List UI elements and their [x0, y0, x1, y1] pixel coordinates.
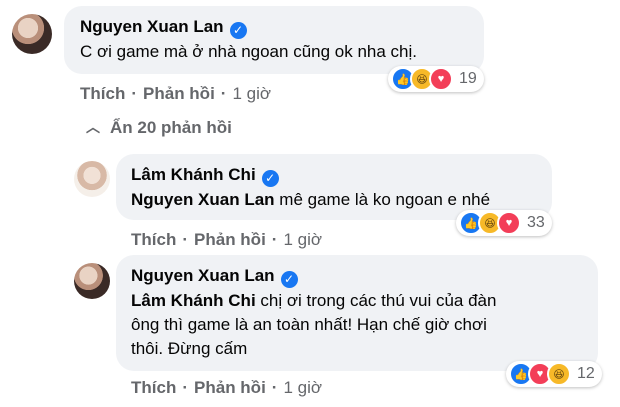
reactions-summary[interactable]: 👍 ♥ 😆 12: [506, 361, 602, 387]
mention-link[interactable]: Nguyen Xuan Lan: [131, 190, 275, 209]
love-reaction-icon: ♥: [429, 67, 453, 91]
reaction-count: 33: [527, 214, 545, 231]
timestamp[interactable]: 1 giờ: [232, 84, 271, 103]
comment-actions: Thích · Phản hồi · 1 giờ: [131, 378, 323, 397]
comment-text: Nguyen Xuan Lan mê game là ko ngoan e nh…: [131, 190, 491, 209]
comment-actions: Thích · Phản hồi · 1 giờ: [80, 84, 272, 103]
reaction-count: 12: [577, 365, 595, 382]
comment-author[interactable]: Nguyen Xuan Lan ✓: [80, 17, 247, 39]
verified-badge-icon: ✓: [261, 170, 279, 187]
reactions-summary[interactable]: 👍 😆 ♥ 19: [388, 66, 484, 92]
hide-replies-toggle[interactable]: ︿ Ẩn 20 phản hồi: [86, 118, 232, 138]
timestamp[interactable]: 1 giờ: [283, 378, 322, 397]
comment-text: C ơi game mà ở nhà ngoan cũng ok nha chị…: [80, 42, 417, 61]
reactions-summary[interactable]: 👍 😆 ♥ 33: [456, 210, 552, 236]
comment-author[interactable]: Lâm Khánh Chi ✓: [131, 165, 279, 187]
like-button[interactable]: Thích: [131, 230, 176, 249]
avatar[interactable]: [74, 263, 110, 299]
comment-author[interactable]: Nguyen Xuan Lan ✓: [131, 266, 298, 288]
avatar[interactable]: [74, 161, 110, 197]
reply-button[interactable]: Phản hồi: [194, 230, 266, 249]
timestamp[interactable]: 1 giờ: [283, 230, 322, 249]
reply-button[interactable]: Phản hồi: [143, 84, 215, 103]
mention-link[interactable]: Lâm Khánh Chi: [131, 291, 256, 310]
like-button[interactable]: Thích: [80, 84, 125, 103]
reply-button[interactable]: Phản hồi: [194, 378, 266, 397]
like-button[interactable]: Thích: [131, 378, 176, 397]
love-reaction-icon: ♥: [497, 211, 521, 235]
comment-actions: Thích · Phản hồi · 1 giờ: [131, 230, 323, 249]
verified-badge-icon: ✓: [280, 271, 298, 288]
verified-badge-icon: ✓: [229, 22, 247, 39]
haha-reaction-icon: 😆: [547, 362, 571, 386]
avatar[interactable]: [12, 14, 52, 54]
chevron-up-icon: ︿: [86, 119, 100, 135]
reaction-count: 19: [459, 70, 477, 87]
comment-text: Lâm Khánh Chi chị ơi trong các thú vui c…: [131, 291, 497, 358]
